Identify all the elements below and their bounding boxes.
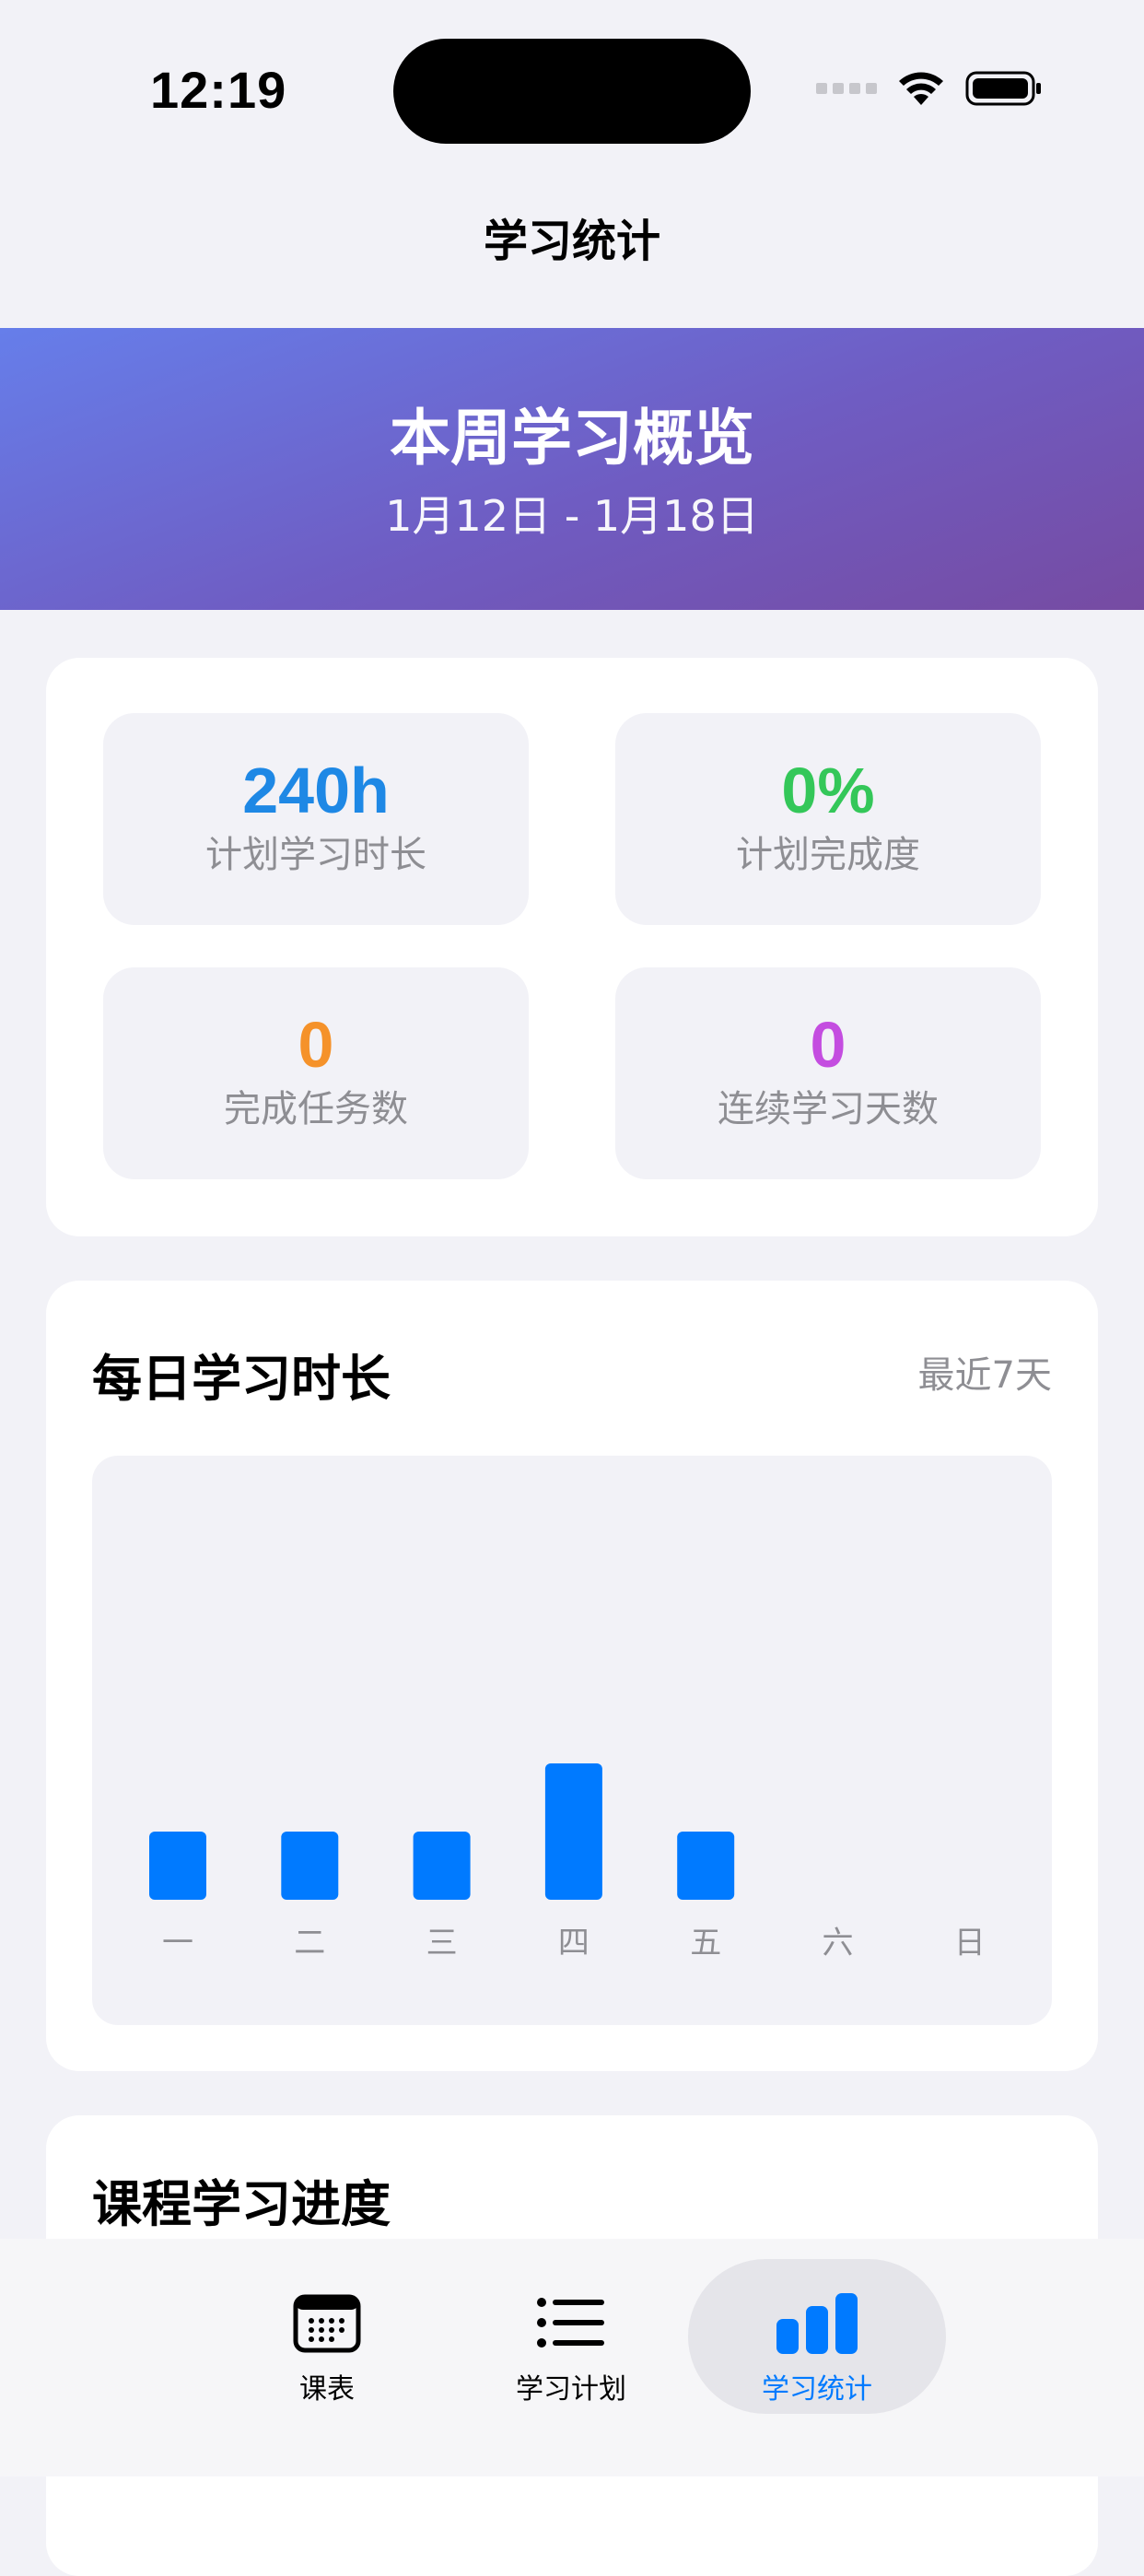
stat-label: 完成任务数 [224, 1087, 408, 1130]
chart-x-label-1: 二 [294, 1925, 325, 1961]
stat-completion-rate: 0% 计划完成度 [615, 713, 1041, 925]
chart-bar-1 [281, 1832, 339, 1900]
stat-completed-tasks: 0 完成任务数 [103, 967, 529, 1179]
stat-value: 0 [810, 1009, 846, 1081]
stats-card: 240h 计划学习时长 0% 计划完成度 0 完成任务数 0 连续学习天数 [46, 658, 1098, 1236]
stat-label: 计划学习时长 [205, 833, 426, 876]
tab-bar: 课表 学习计划 学习统计 [0, 2239, 1144, 2476]
chart-x-label-2: 三 [426, 1925, 458, 1961]
status-icons [816, 70, 1043, 107]
calendar-icon [198, 2290, 456, 2355]
banner-date-range: 1月12日 - 1月18日 [385, 490, 759, 541]
chart-bar-0 [149, 1832, 206, 1900]
stat-label: 计划完成度 [736, 833, 920, 876]
tab-study-stats[interactable]: 学习统计 [688, 2259, 946, 2414]
chart-bar-2 [413, 1832, 471, 1900]
chart-x-label-3: 四 [558, 1925, 590, 1961]
chart-x-label-5: 六 [823, 1925, 854, 1961]
list-icon [442, 2290, 700, 2355]
chart-x-label-4: 五 [690, 1925, 721, 1961]
dynamic-island [393, 39, 751, 144]
page-title: 学习统计 [483, 216, 660, 267]
banner-title: 本周学习概览 [390, 403, 754, 474]
tab-schedule[interactable]: 课表 [198, 2259, 456, 2414]
bar-chart: 一二三四五六日 [92, 1456, 1052, 2025]
stat-value: 0 [298, 1009, 334, 1081]
weekly-overview-banner: 本周学习概览 1月12日 - 1月18日 [0, 328, 1144, 610]
status-time: 12:19 [150, 61, 287, 119]
cellular-signal-icon [816, 83, 877, 94]
chart-bar-4 [677, 1832, 735, 1900]
chart-bar-3 [544, 1763, 602, 1900]
stat-label: 连续学习天数 [718, 1087, 939, 1130]
wifi-icon [899, 72, 943, 105]
status-bar: 12:19 [0, 0, 1144, 166]
bar-chart-icon [688, 2290, 946, 2355]
chart-x-label-6: 日 [954, 1925, 986, 1961]
stat-planned-hours: 240h 计划学习时长 [103, 713, 529, 925]
bar-chart-svg: 一二三四五六日 [149, 1763, 986, 1961]
tab-label: 学习计划 [516, 2373, 626, 2406]
course-progress-title: 课程学习进度 [92, 2175, 391, 2233]
chart-x-label-0: 一 [162, 1925, 193, 1961]
daily-study-chart-card: 每日学习时长 最近7天 一 二 三 四 五 六 日 [46, 1281, 1098, 2071]
stat-streak-days: 0 连续学习天数 [615, 967, 1041, 1179]
tab-label: 课表 [299, 2373, 355, 2406]
tab-label: 学习统计 [762, 2373, 872, 2406]
chart-range-label: 最近7天 [917, 1354, 1052, 1397]
stat-value: 0% [781, 755, 875, 826]
stat-value: 240h [242, 755, 390, 826]
chart-title: 每日学习时长 [92, 1350, 391, 1408]
battery-icon [965, 71, 1041, 106]
tab-study-plan[interactable]: 学习计划 [442, 2259, 700, 2414]
